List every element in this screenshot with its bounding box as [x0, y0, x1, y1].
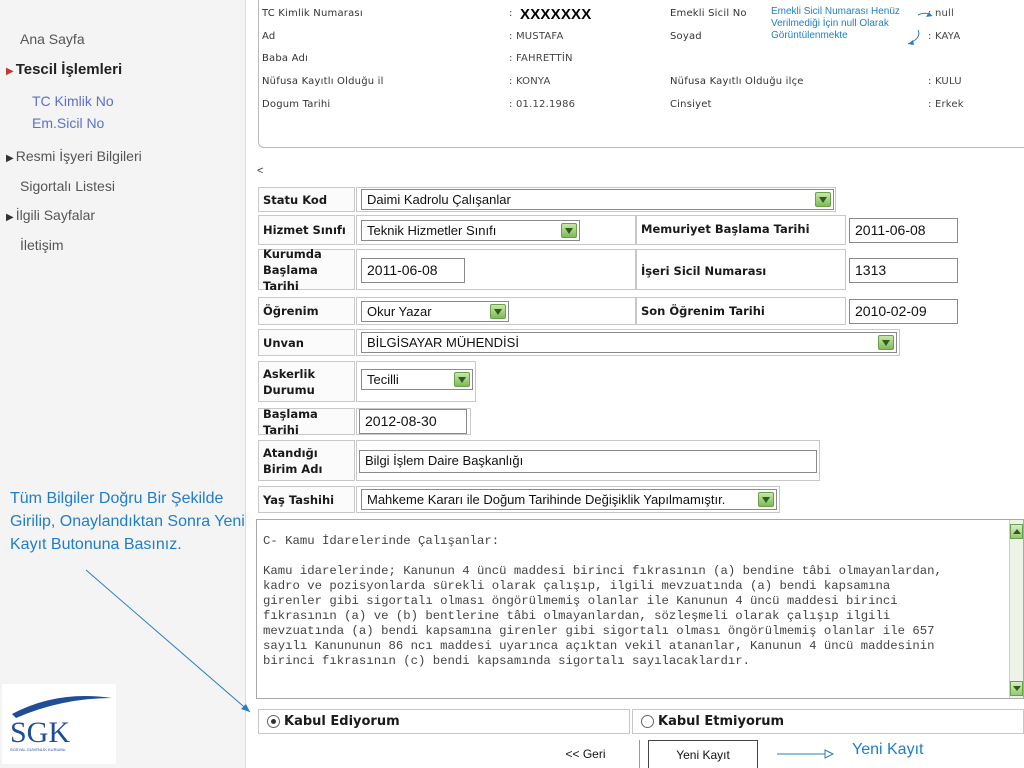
new-record-note: Yeni Kayıt — [852, 741, 924, 758]
askerlik-select[interactable]: Tecilli — [361, 369, 473, 390]
agreement-scrollbar[interactable] — [1009, 520, 1023, 698]
agreement-line: kadro ve pozisyonlarda sürekli olarak ça… — [263, 579, 891, 593]
baba-label: Baba Adı — [262, 53, 309, 64]
askerlik-value: Tecilli — [367, 372, 399, 387]
cinsiyet-label: Cinsiyet — [670, 99, 712, 110]
nufus-il-label: Nüfusa Kayıtlı Olduğu il — [262, 76, 384, 87]
yas-tashihi-value: Mahkeme Kararı ile Doğum Tarihinde Değiş… — [367, 492, 726, 507]
nufus-ilce-label: Nüfusa Kayıtlı Olduğu ilçe — [670, 76, 804, 87]
dogum-label: Dogum Tarihi — [262, 99, 331, 110]
chevron-down-icon — [561, 223, 577, 238]
tc-label: TC Kimlik Numarası — [262, 8, 363, 19]
statu-kod-select[interactable]: Daimi Kadrolu Çalışanlar — [361, 189, 834, 210]
agreement-line: girenler gibi sigortalı olması öngörülme… — [263, 594, 898, 608]
scroll-down-icon[interactable] — [1010, 681, 1023, 696]
baslama-tarihi-input[interactable]: 2012-08-30 — [359, 409, 467, 434]
agreement-line: sayılı Kanununun 86 ncı maddesi uyarınca… — [263, 639, 935, 653]
dogum-value: : 01.12.1986 — [509, 99, 576, 110]
yas-tashihi-select[interactable]: Mahkeme Kararı ile Doğum Tarihinde Değiş… — [361, 489, 777, 510]
memuriyet-input[interactable]: 2011-06-08 — [849, 218, 958, 243]
cinsiyet-value: : Erkek — [928, 99, 964, 110]
agreement-line: mevzuatında (a) bendi kapsamına girenler… — [263, 624, 935, 638]
statu-kod-value: Daimi Kadrolu Çalışanlar — [367, 192, 511, 207]
sidebar: Ana Sayfa ▶ Tescil İşlemleri TC Kimlik No… — [0, 0, 251, 768]
hizmet-sinifi-value: Teknik Hizmetler Sınıfı — [367, 223, 497, 238]
ogrenim-label: Öğrenim — [258, 297, 355, 325]
tc-value: XXXXXXX — [520, 6, 592, 23]
son-ogrenim-input[interactable]: 2010-02-09 — [849, 299, 958, 324]
annotation-arrows — [907, 12, 933, 45]
baba-value: : FAHRETTİN — [509, 53, 573, 64]
pointer-arrow — [85, 569, 251, 713]
memuriyet-label: Memuriyet Başlama Tarihi — [641, 222, 810, 236]
atandigi-birim-label: Atandığı Birim Adı — [258, 440, 355, 481]
chevron-down-icon — [878, 335, 894, 350]
new-record-button[interactable]: Yeni Kayıt — [648, 740, 758, 768]
hizmet-sinifi-select[interactable]: Teknik Hizmetler Sınıfı — [361, 220, 580, 241]
nufus-ilce-value: : KULU — [928, 76, 962, 87]
askerlik-durumu-label: Askerlik Durumu — [258, 361, 355, 402]
atandigi-birim-input[interactable]: Bilgi İşlem Daire Başkanlığı — [359, 450, 817, 473]
ad-label: Ad — [262, 31, 276, 42]
ad-value: : MUSTAFA — [509, 31, 564, 42]
agreement-line: fıkrasının (a) ve (b) bentlerine tâbi ol… — [263, 609, 891, 623]
yas-tashihi-label: Yaş Tashihi — [258, 486, 355, 513]
chevron-down-icon — [758, 492, 774, 507]
accept-radio-label: Kabul Ediyorum — [284, 714, 400, 729]
reject-radio-label: Kabul Etmiyorum — [658, 714, 785, 729]
new-record-arrow — [777, 749, 835, 759]
nufus-il-value: : KONYA — [509, 76, 551, 87]
accept-radio-option[interactable]: Kabul Ediyorum — [258, 709, 630, 734]
scroll-up-icon[interactable] — [1010, 524, 1023, 539]
statu-kod-label: Statu Kod — [258, 187, 355, 212]
kurumda-baslama-input[interactable]: 2011-06-08 — [361, 258, 465, 283]
tc-colon: : — [509, 8, 513, 19]
kurumda-baslama-label: Kurumda Başlama Tarihi — [258, 247, 355, 293]
iseri-sicil-label: İşeri Sicil Numarası — [641, 264, 767, 278]
radio-unselected-icon[interactable] — [641, 715, 654, 728]
chevron-down-icon — [815, 192, 831, 207]
unvan-label: Unvan — [258, 329, 355, 356]
radio-selected-icon[interactable] — [267, 715, 280, 728]
collapse-toggle[interactable]: < — [257, 165, 263, 177]
iseri-sicil-input[interactable]: 1313 — [849, 258, 958, 283]
ogrenim-value: Okur Yazar — [367, 304, 432, 319]
unvan-select[interactable]: BİLGİSAYAR MÜHENDİSİ — [361, 332, 897, 353]
agreement-line: birinci fıkrasının (c) bendi kapsamında … — [263, 654, 751, 668]
agreement-textarea[interactable]: C- Kamu İdarelerinde Çalışanlar: Kamu id… — [256, 519, 1024, 699]
soyad-label: Soyad — [670, 31, 702, 42]
back-button[interactable]: << Geri — [532, 740, 640, 768]
son-ogrenim-label: Son Öğrenim Tarihi — [641, 304, 765, 318]
agreement-line: Kamu idarelerinde; Kanunun 4 üncü maddes… — [263, 564, 942, 578]
unvan-value: BİLGİSAYAR MÜHENDİSİ — [367, 335, 519, 350]
chevron-down-icon — [490, 304, 506, 319]
baslama-tarihi-label: Başlama Tarihi — [258, 407, 355, 437]
emekli-label: Emekli Sicil No — [670, 8, 747, 19]
agreement-title: C- Kamu İdarelerinde Çalışanlar: — [263, 534, 500, 548]
reject-radio-option[interactable]: Kabul Etmiyorum — [632, 709, 1024, 734]
ogrenim-select[interactable]: Okur Yazar — [361, 301, 509, 322]
hizmet-sinifi-label: Hizmet Sınıfı — [258, 215, 355, 245]
chevron-down-icon — [454, 372, 470, 387]
